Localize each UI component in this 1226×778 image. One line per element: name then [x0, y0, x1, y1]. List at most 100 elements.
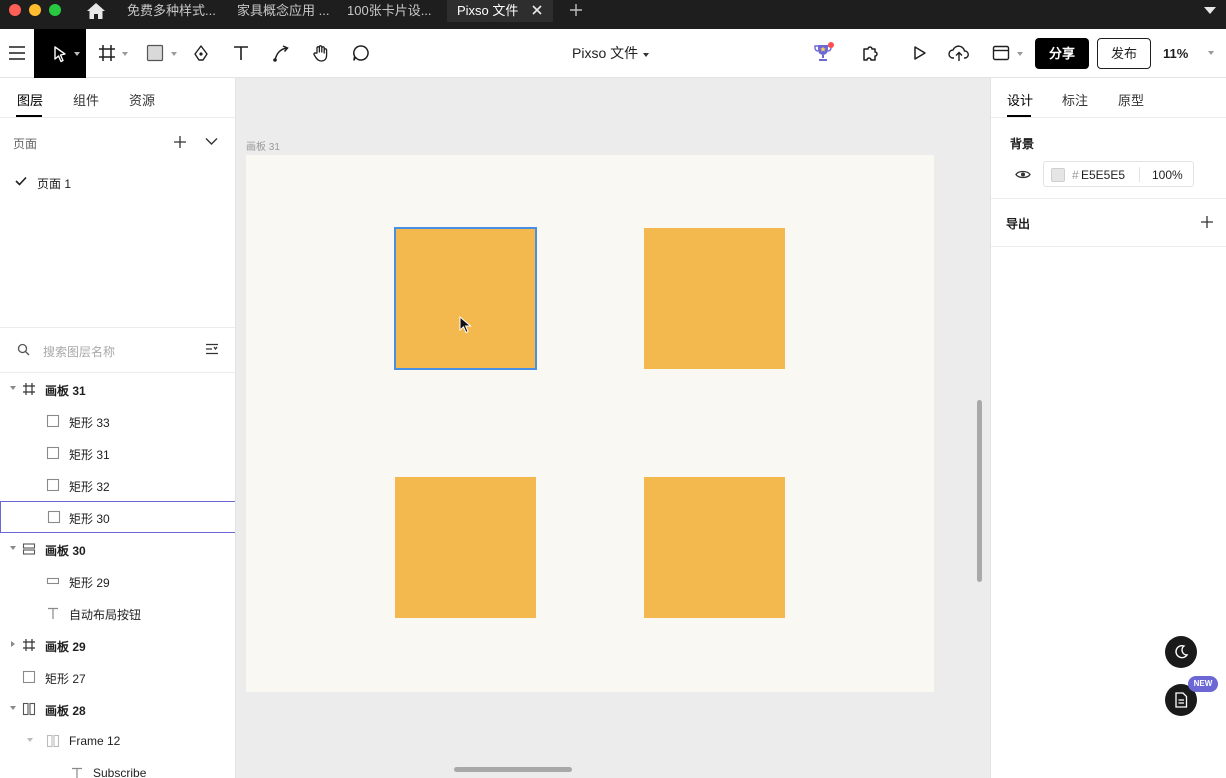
- color-swatch[interactable]: [1051, 168, 1065, 182]
- tab-design[interactable]: 设计: [1007, 90, 1033, 109]
- layer-row[interactable]: 矩形 33: [0, 405, 235, 437]
- hand-tool-button[interactable]: [309, 41, 333, 65]
- rectangle-32[interactable]: [644, 228, 785, 369]
- layer-row[interactable]: 画板 29: [0, 629, 235, 661]
- tab-layers[interactable]: 图层: [17, 90, 43, 109]
- connector-tool-button[interactable]: [270, 41, 292, 65]
- layout-view-button[interactable]: [990, 41, 1024, 65]
- present-button[interactable]: [907, 41, 931, 65]
- page-item[interactable]: 页面 1: [37, 175, 71, 192]
- layer-row[interactable]: Subscribe: [0, 757, 235, 778]
- zoom-level[interactable]: 11%: [1163, 29, 1188, 78]
- rectangle-icon: [47, 510, 61, 524]
- auto-layout-icon: [22, 543, 36, 555]
- layer-row[interactable]: 矩形 29: [0, 565, 235, 597]
- hex-input[interactable]: E5E5E5: [1081, 168, 1125, 182]
- tab-components[interactable]: 组件: [73, 90, 99, 109]
- chevron-down-icon[interactable]: [1203, 4, 1217, 16]
- frame-icon: [23, 639, 35, 651]
- expand-toggle[interactable]: [27, 738, 33, 742]
- frame-label[interactable]: 画板 31: [246, 138, 280, 153]
- artboard[interactable]: [246, 155, 934, 692]
- rectangle-30-selected[interactable]: [394, 227, 537, 370]
- publish-button[interactable]: 发布: [1097, 38, 1151, 69]
- divider: [0, 117, 235, 118]
- comment-icon: [353, 45, 369, 61]
- text-icon: [72, 767, 82, 778]
- new-tab-icon[interactable]: [568, 2, 584, 18]
- layer-name: 自动布局按钮: [69, 608, 142, 622]
- browser-tab[interactable]: 免费多种样式...: [127, 0, 216, 22]
- plugins-button[interactable]: [859, 41, 883, 65]
- auto-layout-icon: [22, 702, 36, 716]
- expand-toggle[interactable]: [10, 386, 16, 390]
- vertical-scrollbar[interactable]: [977, 400, 982, 582]
- add-page-icon[interactable]: [173, 135, 187, 149]
- frame-tool-button[interactable]: [96, 41, 130, 65]
- text-tool-button[interactable]: [229, 41, 253, 65]
- filter-icon[interactable]: [205, 343, 219, 355]
- rectangle-icon: [46, 414, 60, 428]
- search-icon: [17, 343, 30, 356]
- layer-row[interactable]: 画板 31: [0, 373, 235, 405]
- left-panel: 图层 组件 资源 页面 页面 1 搜索图层名称 画板 31 矩形 33 矩形 3…: [0, 78, 236, 778]
- layer-row[interactable]: 矩形 32: [0, 469, 235, 501]
- pen-icon: [194, 45, 208, 61]
- comment-tool-button[interactable]: [350, 41, 372, 65]
- layer-name: 画板 30: [45, 544, 86, 558]
- layer-row[interactable]: 画板 30: [0, 533, 235, 565]
- layer-row[interactable]: Frame 12: [0, 725, 235, 757]
- expand-toggle[interactable]: [10, 546, 16, 550]
- right-panel: 设计 标注 原型 背景 # E5E5E5 100% 导出: [990, 78, 1226, 778]
- close-icon[interactable]: [530, 3, 544, 17]
- rectangle-33[interactable]: [644, 477, 785, 618]
- tab-annotation[interactable]: 标注: [1062, 90, 1088, 109]
- opacity-input[interactable]: 100%: [1152, 168, 1183, 182]
- background-section-title: 背景: [1010, 137, 1035, 151]
- layer-row[interactable]: 矩形 27: [0, 661, 235, 693]
- rectangle-icon: [146, 44, 164, 62]
- rectangle-31[interactable]: [395, 477, 536, 618]
- rectangle-icon: [46, 478, 60, 492]
- expand-toggle[interactable]: [11, 641, 15, 647]
- file-menu-caret-icon[interactable]: [643, 53, 649, 57]
- trophy-button[interactable]: [811, 41, 835, 65]
- home-icon[interactable]: [86, 2, 106, 20]
- export-section-title: 导出: [1006, 217, 1031, 231]
- opacity-unit: %: [1172, 168, 1183, 182]
- shape-tool-button[interactable]: [144, 41, 178, 65]
- search-input[interactable]: 搜索图层名称: [43, 343, 115, 360]
- file-title[interactable]: Pixso 文件: [572, 29, 638, 78]
- horizontal-scrollbar[interactable]: [454, 767, 572, 772]
- move-tool-button[interactable]: [34, 29, 86, 78]
- design-canvas[interactable]: 画板 31: [236, 78, 990, 778]
- layer-row[interactable]: 画板 28: [0, 693, 235, 725]
- rectangle-icon: [22, 670, 36, 684]
- tab-assets[interactable]: 资源: [129, 90, 155, 109]
- divider: [991, 246, 1226, 247]
- background-color-field[interactable]: # E5E5E5 100%: [1043, 161, 1194, 187]
- window-close-button[interactable]: [9, 4, 21, 16]
- layer-row[interactable]: 自动布局按钮: [0, 597, 235, 629]
- tab-prototype[interactable]: 原型: [1118, 90, 1144, 109]
- layer-row-selected[interactable]: 矩形 30: [0, 501, 235, 533]
- browser-tab[interactable]: 家具概念应用 ...: [237, 0, 329, 22]
- window-minimize-button[interactable]: [29, 4, 41, 16]
- layer-name: 画板 28: [45, 704, 86, 718]
- zoom-caret-icon[interactable]: [1208, 51, 1214, 55]
- frame-icon: [99, 45, 115, 61]
- upload-button[interactable]: [946, 41, 972, 65]
- layer-name: Subscribe: [93, 766, 147, 778]
- expand-toggle[interactable]: [10, 706, 16, 710]
- eye-icon[interactable]: [1015, 169, 1031, 180]
- pen-tool-button[interactable]: [190, 41, 212, 65]
- menu-button[interactable]: [6, 41, 28, 65]
- add-export-icon[interactable]: [1200, 215, 1214, 229]
- window-zoom-button[interactable]: [49, 4, 61, 16]
- layer-row[interactable]: 矩形 31: [0, 437, 235, 469]
- dark-mode-button[interactable]: [1165, 636, 1197, 668]
- text-icon: [48, 607, 58, 619]
- share-button[interactable]: 分享: [1035, 38, 1089, 69]
- browser-tab[interactable]: 100张卡片设...: [347, 0, 432, 22]
- chevron-down-icon[interactable]: [205, 137, 218, 146]
